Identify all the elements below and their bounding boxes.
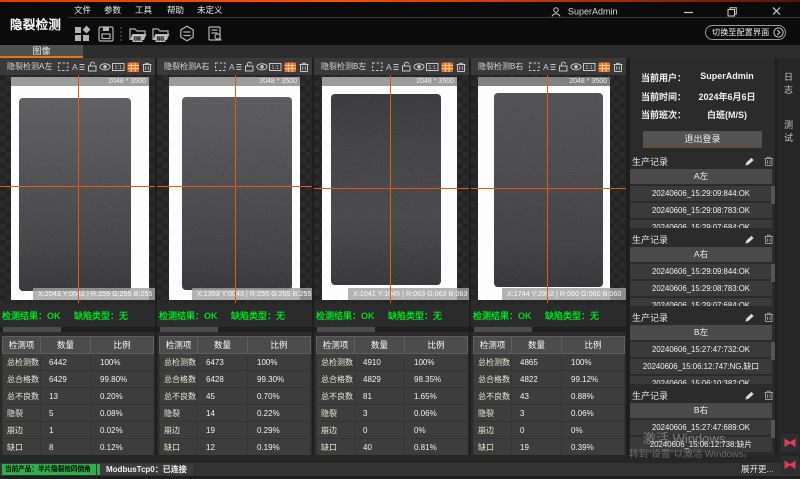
svg-text:A: A (543, 62, 549, 72)
svg-text:A: A (386, 62, 392, 72)
svg-text:1:1: 1:1 (271, 65, 279, 71)
svg-text:1:1: 1:1 (585, 65, 593, 71)
svg-text:SuperAdmin: SuperAdmin (568, 7, 618, 17)
svg-text:A: A (72, 62, 78, 72)
svg-text:1:1: 1:1 (428, 65, 436, 71)
svg-text:NG: NG (157, 36, 165, 42)
svg-text:A: A (229, 62, 235, 72)
svg-text:1:1: 1:1 (114, 65, 122, 71)
svg-text:OK: OK (134, 36, 142, 42)
